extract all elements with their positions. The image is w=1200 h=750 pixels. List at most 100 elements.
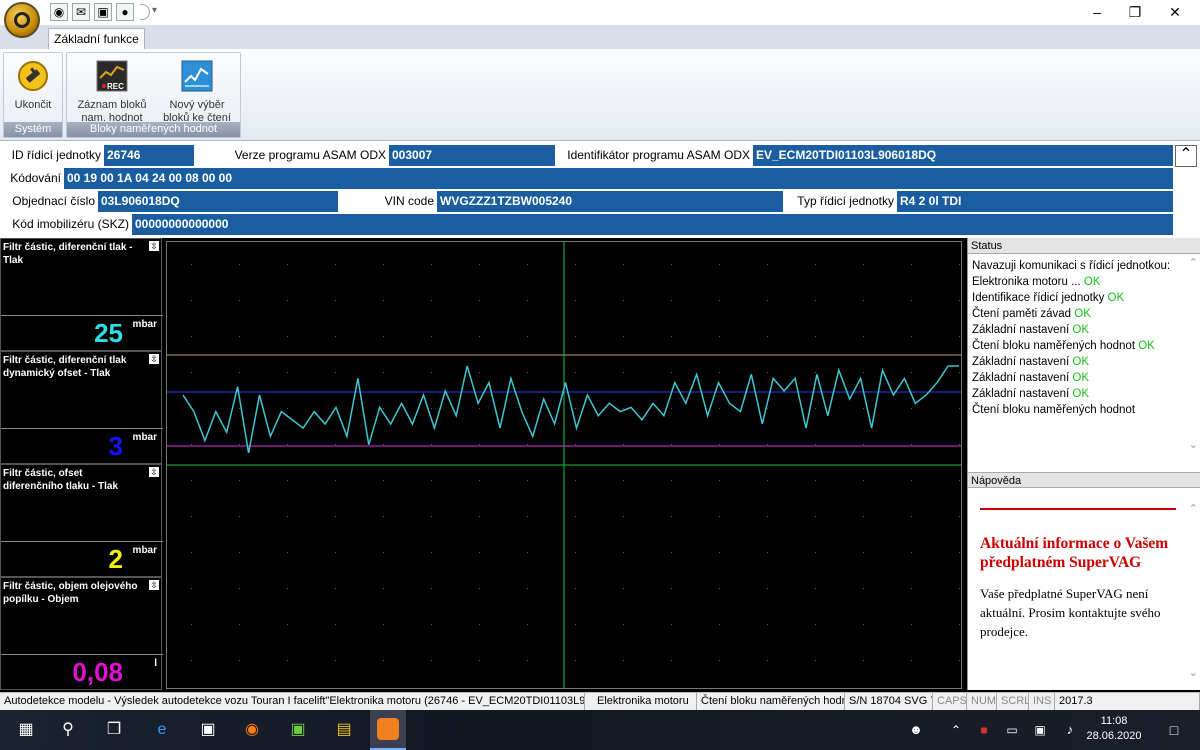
exit-button[interactable]: Ukončit — [6, 56, 60, 122]
meter-value: 3 — [108, 431, 123, 461]
car-app-icon[interactable]: ▣ — [286, 718, 310, 742]
grid-dot — [671, 588, 672, 589]
grid-dot — [863, 516, 864, 517]
grid-dot — [767, 624, 768, 625]
grid-dot — [959, 372, 960, 373]
camera-icon[interactable]: ◉ — [50, 3, 68, 21]
tray-chevron-icon[interactable]: ⌃ — [944, 718, 968, 742]
grid-dot — [911, 264, 912, 265]
restore-icon[interactable]: ❐ — [1116, 0, 1154, 25]
firefox-icon[interactable]: ◉ — [240, 718, 264, 742]
status-ok-badge: OK — [1074, 308, 1091, 320]
help-scroll-down-icon[interactable]: ⌄ — [1189, 666, 1198, 679]
mail-icon[interactable]: ✉ — [72, 3, 90, 21]
close-icon[interactable]: ✕ — [1156, 0, 1194, 25]
grid-dot — [767, 480, 768, 481]
meter-toggle-icon[interactable]: ⇳ — [149, 241, 159, 251]
grid-dot — [623, 660, 624, 661]
meter-toggle-icon[interactable]: ⇳ — [149, 354, 159, 364]
meter-value-box: 0,08 l — [1, 654, 163, 690]
new-block-selection-button[interactable]: Nový výběr bloků ke čtení — [157, 56, 237, 124]
status-scroll-down-icon[interactable]: ⌄ — [1189, 438, 1198, 451]
grid-dot — [431, 408, 432, 409]
grid-dot — [287, 516, 288, 517]
grid-dot — [863, 336, 864, 337]
grid-dot — [863, 372, 864, 373]
store-icon[interactable]: ▣ — [196, 718, 220, 742]
grid-dot — [527, 372, 528, 373]
grid-dot — [479, 624, 480, 625]
order-label: Objednací číslo — [0, 191, 98, 212]
grid-dot — [575, 552, 576, 553]
statusbar-version: 2017.3 — [1055, 693, 1200, 711]
windows-start-icon[interactable]: ▦ — [14, 718, 38, 742]
search-icon[interactable]: ⚲ — [56, 718, 80, 742]
grid-dot — [527, 552, 528, 553]
status-line-text: Elektronika motoru ... — [972, 276, 1084, 288]
notification-icon[interactable]: □ — [1162, 718, 1186, 742]
grid-dot — [815, 660, 816, 661]
grid-dot — [383, 552, 384, 553]
grid-dot — [911, 624, 912, 625]
edge-icon[interactable]: e — [150, 718, 174, 742]
grid-dot — [719, 624, 720, 625]
volume-icon[interactable]: ♪ — [1058, 718, 1082, 742]
grid-dot — [479, 480, 480, 481]
grid-dot — [911, 336, 912, 337]
taskbar-clock[interactable]: 11:08 28.06.2020 — [1084, 714, 1144, 744]
shield-icon[interactable]: ■ — [972, 718, 996, 742]
help-content: Aktuální informace o Vašem předplatném S… — [980, 508, 1176, 641]
task-view-icon[interactable]: ❐ — [102, 718, 126, 742]
grid-dot — [383, 264, 384, 265]
live-graph[interactable] — [166, 241, 962, 689]
app-menu-orb-icon[interactable] — [4, 2, 40, 38]
grid-dot — [815, 408, 816, 409]
status-line-text: Čtení bloku naměřených hodnot — [972, 404, 1136, 416]
grid-dot — [911, 660, 912, 661]
meter-unit: l — [154, 658, 157, 669]
statusbar-model: Autodetekce modelu - Výsledek autodetekc… — [0, 693, 585, 711]
people-icon[interactable]: ☻ — [904, 718, 928, 742]
vin-label: VIN code — [338, 191, 437, 212]
status-line-text: Čtení paměti závad — [972, 308, 1075, 320]
minimize-icon[interactable]: – — [1078, 0, 1116, 25]
grid-dot — [959, 408, 960, 409]
supervag-task-button[interactable] — [370, 710, 406, 750]
meter-toggle-icon[interactable]: ⇳ — [149, 467, 159, 477]
status-scroll-up-icon[interactable]: ⌃ — [1189, 256, 1198, 269]
file-explorer-icon[interactable]: ▤ — [332, 718, 356, 742]
grid-dot — [959, 552, 960, 553]
qat-dropdown-icon[interactable]: ▾ — [152, 5, 157, 16]
bulb-icon[interactable]: ● — [116, 3, 134, 21]
network-icon[interactable]: ▣ — [1028, 718, 1052, 742]
grid-dot — [335, 300, 336, 301]
collapse-info-button[interactable]: ⌃ — [1175, 145, 1197, 167]
grid-dot — [191, 624, 192, 625]
record-blocks-button[interactable]: REC Záznam bloků nam. hodnot — [71, 56, 153, 124]
graph-grid — [191, 264, 960, 661]
meter-label: Filtr částic, diferenční tlak dynamický … — [3, 355, 127, 379]
grid-dot — [959, 624, 960, 625]
grid-dot — [479, 660, 480, 661]
grid-dot — [767, 408, 768, 409]
help-scroll-up-icon[interactable]: ⌃ — [1189, 502, 1198, 515]
print-icon[interactable]: ▣ — [94, 3, 112, 21]
grid-dot — [527, 624, 528, 625]
grid-dot — [863, 480, 864, 481]
status-line: Elektronika motoru ... OK — [972, 274, 1184, 290]
grid-dot — [431, 300, 432, 301]
grid-dot — [719, 336, 720, 337]
status-line-text: Čtení bloku naměřených hodnot — [972, 340, 1139, 352]
grid-dot — [959, 444, 960, 445]
status-line: Identifikace řídicí jednotky OK — [972, 290, 1184, 306]
status-ok-badge: OK — [1072, 324, 1089, 336]
meter-toggle-icon[interactable]: ⇳ — [149, 580, 159, 590]
grid-dot — [671, 660, 672, 661]
tab-basic-functions[interactable]: Základní funkce — [48, 28, 145, 50]
id-value: 26746 — [107, 148, 141, 162]
grid-dot — [431, 516, 432, 517]
grid-dot — [239, 264, 240, 265]
battery-icon[interactable]: ▭ — [1000, 718, 1024, 742]
grid-dot — [671, 516, 672, 517]
side-panel: Status Navazuji komunikaci s řídicí jedn… — [967, 238, 1200, 690]
